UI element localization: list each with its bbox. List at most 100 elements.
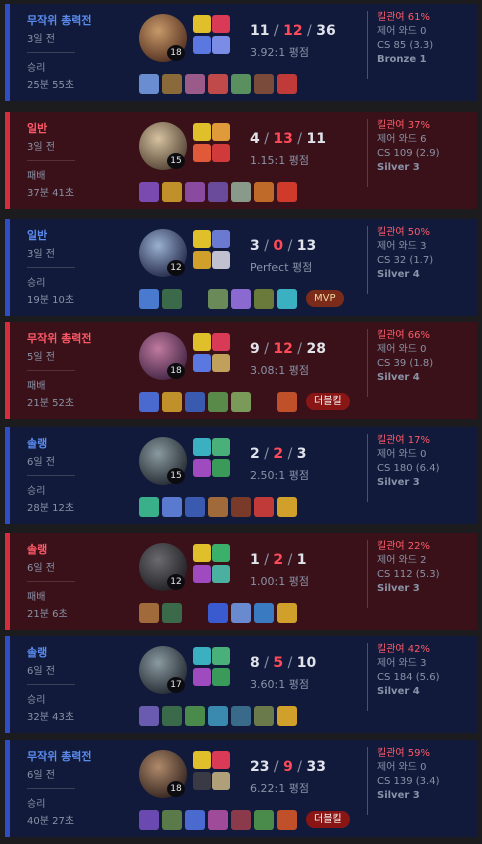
summoner-spell-icon[interactable]: [193, 333, 211, 351]
summoner-spell-icon[interactable]: [193, 544, 211, 562]
match-card[interactable]: 솔랭 6일 전 승리 28분 12초 15 2 / 2 / 3 2.50:1 평점 킬관여 1…: [5, 427, 477, 524]
keystone-rune-icon[interactable]: [212, 751, 230, 769]
trinket-icon[interactable]: [277, 73, 297, 94]
summoner-spell-icon[interactable]: [193, 668, 211, 686]
item-icon[interactable]: [208, 705, 228, 726]
item-icon[interactable]: [139, 602, 159, 623]
item-icon[interactable]: [139, 73, 159, 94]
keystone-rune-icon[interactable]: [212, 647, 230, 665]
item-icon[interactable]: [185, 289, 205, 309]
secondary-rune-icon[interactable]: [212, 772, 230, 790]
item-icon[interactable]: [231, 809, 251, 830]
item-icon[interactable]: [162, 809, 182, 830]
item-icon[interactable]: [208, 602, 228, 623]
summoner-spell-icon[interactable]: [193, 36, 211, 54]
kda-line: 2 / 2 / 3: [250, 446, 307, 462]
keystone-rune-icon[interactable]: [212, 438, 230, 456]
item-icon[interactable]: [231, 391, 251, 412]
item-icon[interactable]: [185, 496, 205, 517]
trinket-icon[interactable]: [277, 496, 297, 517]
match-card[interactable]: 무작위 총력전 5일 전 패배 21분 52초 18 9 / 12 / 28 3.08:1 …: [5, 322, 477, 419]
item-icon[interactable]: [231, 181, 251, 202]
trinket-icon[interactable]: [277, 181, 297, 202]
item-icon[interactable]: [231, 73, 251, 94]
item-icon[interactable]: [231, 496, 251, 517]
item-icon[interactable]: [231, 705, 251, 726]
summoner-spell-icon[interactable]: [193, 15, 211, 33]
secondary-rune-icon[interactable]: [212, 36, 230, 54]
match-card[interactable]: 솔랭 6일 전 승리 32분 43초 17 8 / 5 / 10 3.60:1 평점 킬관여 …: [5, 636, 477, 733]
summoner-spell-icon[interactable]: [193, 459, 211, 477]
item-icon[interactable]: [162, 705, 182, 726]
summoner-spell-icon[interactable]: [193, 230, 211, 248]
item-icon[interactable]: [162, 496, 182, 517]
keystone-rune-icon[interactable]: [212, 123, 230, 141]
trinket-icon[interactable]: [277, 391, 297, 412]
item-icon[interactable]: [254, 496, 274, 517]
item-icon[interactable]: [185, 705, 205, 726]
summoner-spell-icon[interactable]: [193, 751, 211, 769]
secondary-rune-icon[interactable]: [212, 565, 230, 583]
item-icon[interactable]: [254, 809, 274, 830]
summoner-spell-icon[interactable]: [193, 123, 211, 141]
summoner-spell-icon[interactable]: [193, 354, 211, 372]
match-card[interactable]: 무작위 총력전 6일 전 승리 40분 27초 18 23 / 9 / 33 6.22:1 …: [5, 740, 477, 837]
summoner-spell-icon[interactable]: [193, 772, 211, 790]
item-icon[interactable]: [208, 391, 228, 412]
item-icon[interactable]: [162, 288, 182, 309]
item-icon[interactable]: [185, 809, 205, 830]
item-icon[interactable]: [139, 288, 159, 309]
item-icon[interactable]: [162, 602, 182, 623]
item-icon[interactable]: [162, 73, 182, 94]
item-icon[interactable]: [231, 288, 251, 309]
item-icon[interactable]: [254, 392, 274, 412]
item-icon[interactable]: [185, 73, 205, 94]
trinket-icon[interactable]: [277, 288, 297, 309]
item-icon[interactable]: [254, 73, 274, 94]
match-card[interactable]: 일반 3일 전 패배 37분 41초 15 4 / 13 / 11 1.15:1 평점 킬관여…: [5, 112, 477, 209]
secondary-rune-icon[interactable]: [212, 668, 230, 686]
trinket-icon[interactable]: [277, 602, 297, 623]
item-icon[interactable]: [208, 496, 228, 517]
kda-slash: /: [259, 552, 274, 568]
item-icon[interactable]: [254, 181, 274, 202]
secondary-rune-icon[interactable]: [212, 251, 230, 269]
item-icon[interactable]: [254, 288, 274, 309]
item-icon[interactable]: [185, 181, 205, 202]
item-icon[interactable]: [185, 391, 205, 412]
summoner-spell-icon[interactable]: [193, 251, 211, 269]
item-icon[interactable]: [162, 391, 182, 412]
item-icon[interactable]: [208, 809, 228, 830]
keystone-rune-icon[interactable]: [212, 544, 230, 562]
summoner-spell-icon[interactable]: [193, 565, 211, 583]
match-card[interactable]: 무작위 총력전 3일 전 승리 25분 55초 18 11 / 12 / 36 3.92:1…: [5, 4, 477, 101]
match-card[interactable]: 솔랭 6일 전 패배 21분 6초 12 1 / 2 / 1 1.00:1 평점 킬관여 22…: [5, 533, 477, 630]
item-icon[interactable]: [162, 181, 182, 202]
trinket-icon[interactable]: [277, 809, 297, 830]
match-card[interactable]: 일반 3일 전 승리 19분 10초 12 3 / 0 / 13 Perfect 평점 킬관여…: [5, 219, 477, 316]
secondary-rune-icon[interactable]: [212, 459, 230, 477]
trinket-icon[interactable]: [277, 705, 297, 726]
kill-participation: 킬관여 37%: [377, 120, 431, 131]
item-icon[interactable]: [208, 181, 228, 202]
item-icon[interactable]: [139, 809, 159, 830]
keystone-rune-icon[interactable]: [212, 333, 230, 351]
item-icon[interactable]: [231, 602, 251, 623]
item-icon[interactable]: [139, 391, 159, 412]
item-icon[interactable]: [185, 603, 205, 623]
item-icon[interactable]: [208, 288, 228, 309]
item-icon[interactable]: [254, 602, 274, 623]
item-icon[interactable]: [208, 73, 228, 94]
item-icon[interactable]: [139, 705, 159, 726]
item-icon[interactable]: [254, 705, 274, 726]
secondary-rune-icon[interactable]: [212, 144, 230, 162]
deaths: 0: [273, 238, 284, 254]
summoner-spell-icon[interactable]: [193, 647, 211, 665]
item-icon[interactable]: [139, 496, 159, 517]
secondary-rune-icon[interactable]: [212, 354, 230, 372]
keystone-rune-icon[interactable]: [212, 15, 230, 33]
item-icon[interactable]: [139, 181, 159, 202]
keystone-rune-icon[interactable]: [212, 230, 230, 248]
summoner-spell-icon[interactable]: [193, 144, 211, 162]
summoner-spell-icon[interactable]: [193, 438, 211, 456]
